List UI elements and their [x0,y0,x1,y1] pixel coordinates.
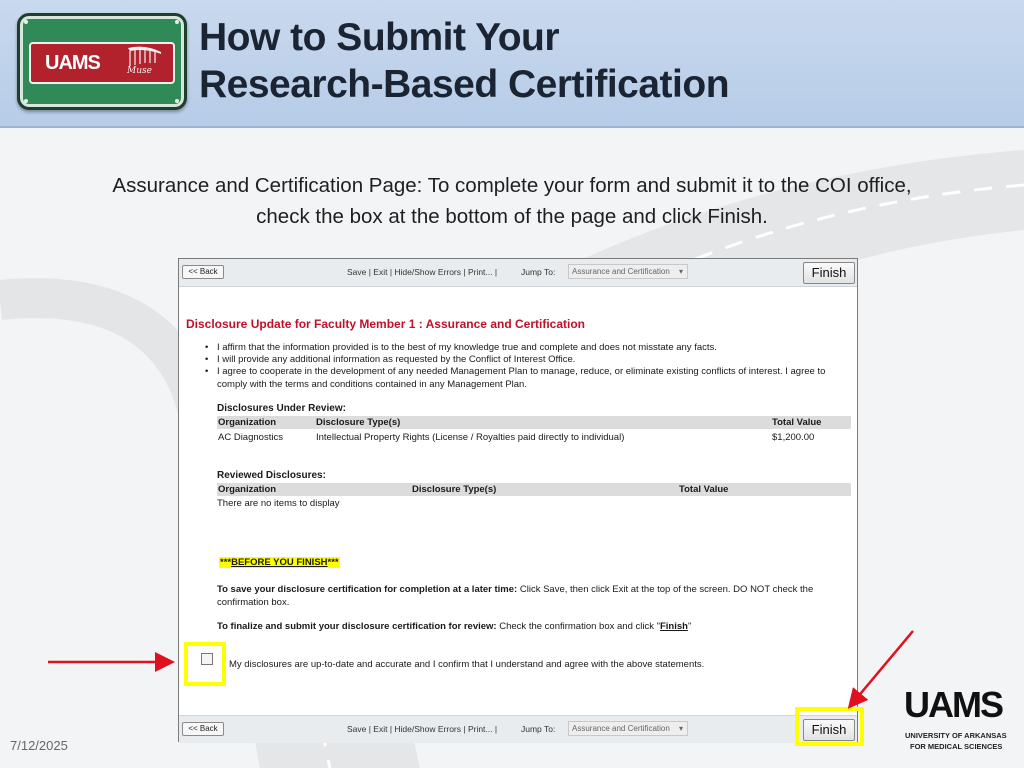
chevron-down-icon: ▾ [678,267,683,276]
finalize-instructions-bold: To finalize and submit your disclosure c… [217,621,497,632]
col-organization: Organization [218,484,277,495]
cell-total-value: $1,200.00 [772,432,815,443]
logo-plate: UAMS Muse [29,42,175,84]
finalize-instructions: To finalize and submit your disclosure c… [217,621,837,634]
back-button[interactable]: << Back [182,265,224,279]
bottom-toolbar: << Back Save | Exit | Hide/Show Errors |… [179,715,857,743]
save-instructions: To save your disclosure certification fo… [217,584,837,609]
page-title: How to Submit Your Research-Based Certif… [199,14,730,108]
under-review-label: Disclosures Under Review: [217,403,346,414]
page-title-line1: How to Submit Your [199,16,560,59]
assurance-item: I will provide any additional informatio… [205,354,845,366]
jump-to-selected: Assurance and Certification [572,724,670,733]
uams-muse-logo: UAMS Muse [17,13,187,110]
jump-to-label: Jump To: [521,267,556,277]
reviewed-empty-note: There are no items to display [217,498,340,509]
form-screenshot: << Back Save | Exit | Hide/Show Errors |… [178,258,858,743]
instruction-line1: Assurance and Certification Page: To com… [112,174,912,197]
slide-date: 7/12/2025 [10,738,68,753]
instruction-line2: check the box at the bottom of the page … [256,205,768,228]
sign-bolt-icon [24,99,28,103]
toolbar-links[interactable]: Save | Exit | Hide/Show Errors | Print..… [347,724,497,734]
table-row[interactable]: AC Diagnostics Intellectual Property Rig… [217,431,851,444]
finalize-quote: " [687,621,692,632]
chevron-down-icon: ▾ [678,724,683,733]
sign-bolt-icon [175,20,179,24]
before-finish-stars: *** [327,557,339,568]
finish-link[interactable]: Finish [660,621,688,632]
toolbar-links[interactable]: Save | Exit | Hide/Show Errors | Print..… [347,267,497,277]
before-finish-banner: ***BEFORE YOU FINISH*** [219,557,340,568]
uams-logo-line2: FOR MEDICAL SCIENCES [910,742,1003,751]
reviewed-label: Reviewed Disclosures: [217,470,326,481]
save-instructions-bold: To save your disclosure certification fo… [217,584,518,595]
under-review-header: Organization Disclosure Type(s) Total Va… [217,416,851,429]
jump-to-select[interactable]: Assurance and Certification ▾ [568,721,688,736]
reviewed-header: Organization Disclosure Type(s) Total Va… [217,483,851,496]
finish-button-top[interactable]: Finish [803,262,855,284]
col-disclosure-type: Disclosure Type(s) [412,484,497,495]
back-button[interactable]: << Back [182,722,224,736]
col-total-value: Total Value [772,417,822,428]
jump-to-select[interactable]: Assurance and Certification ▾ [568,264,688,279]
assurance-item: I agree to cooperate in the development … [205,366,845,390]
uams-logo-line1: UNIVERSITY OF ARKANSAS [905,731,1007,740]
jump-to-label: Jump To: [521,724,556,734]
uams-logo: UAMS UNIVERSITY OF ARKANSAS FOR MEDICAL … [900,684,1018,762]
before-finish-text: BEFORE YOU FINISH [231,557,328,568]
instruction-text: Assurance and Certification Page: To com… [40,170,984,232]
col-total-value: Total Value [679,484,729,495]
sign-bolt-icon [175,99,179,103]
jump-to-selected: Assurance and Certification [572,267,670,276]
col-disclosure-type: Disclosure Type(s) [316,417,401,428]
checkbox-highlight [184,642,226,686]
cell-disclosure-type: Intellectual Property Rights (License / … [316,432,625,443]
form-heading: Disclosure Update for Faculty Member 1 :… [186,317,585,331]
sign-bolt-icon [24,20,28,24]
logo-plate-text: UAMS [45,52,101,74]
confirm-label: My disclosures are up-to-date and accura… [229,659,705,670]
logo-plate-subtext: Muse [127,66,152,76]
uams-logo-word: UAMS [904,684,1004,725]
top-toolbar: << Back Save | Exit | Hide/Show Errors |… [179,259,857,287]
assurance-item: I affirm that the information provided i… [205,342,845,354]
cell-organization: AC Diagnostics [218,432,283,443]
page-title-line2: Research-Based Certification [199,63,730,106]
before-finish-stars: *** [220,557,232,568]
finish-highlight [795,707,864,746]
finalize-instructions-rest: Check the confirmation box and click " [496,621,660,632]
harp-icon [128,46,161,66]
slide-header: UAMS Muse How to Submit Your Research-Ba… [0,0,1024,128]
col-organization: Organization [218,417,277,428]
assurance-list: I affirm that the information provided i… [205,342,845,391]
